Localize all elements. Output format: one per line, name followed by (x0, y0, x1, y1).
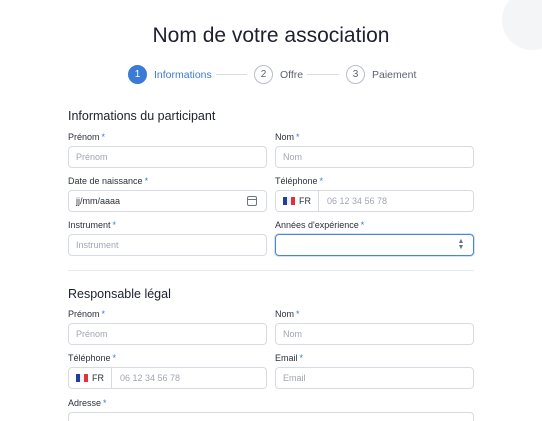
step-label: Informations (154, 68, 212, 81)
country-code: FR (92, 373, 104, 383)
step-number: 1 (128, 65, 147, 84)
legal-tel-input[interactable]: FR 06 12 34 56 78 (68, 367, 267, 389)
legal-prenom-label: Prénom * (68, 309, 106, 319)
step-offre[interactable]: 2 Offre (254, 65, 303, 84)
flag-fr-icon (76, 374, 88, 382)
placeholder: Email (283, 373, 306, 383)
prenom-input[interactable]: Prénom (68, 146, 267, 168)
dob-label: Date de naissance * (68, 176, 149, 186)
step-informations[interactable]: 1 Informations (128, 65, 212, 84)
nom-label: Nom * (275, 132, 300, 142)
section-title-participant: Informations du participant (68, 109, 216, 123)
placeholder: Nom (283, 329, 303, 339)
page-title: Nom de votre association (152, 24, 390, 47)
calendar-icon[interactable] (247, 196, 257, 206)
country-code: FR (299, 196, 311, 206)
section-divider (68, 270, 474, 271)
dob-input[interactable]: jj/mm/aaaa (68, 190, 267, 212)
chevron-up-down-icon: ▲ ▼ (457, 238, 465, 251)
nom-input[interactable]: Nom (275, 146, 474, 168)
placeholder: 06 12 34 56 78 (327, 196, 388, 206)
flag-fr-icon (283, 197, 295, 205)
section-title-legal: Responsable légal (68, 287, 171, 301)
country-selector[interactable]: FR (276, 191, 319, 211)
instrument-label: Instrument * (68, 220, 117, 230)
legal-prenom-input[interactable]: Prénom (68, 323, 267, 345)
address-label: Adresse * (68, 398, 107, 408)
date-value: jj/mm/aaaa (76, 196, 121, 206)
prenom-label: Prénom * (68, 132, 106, 142)
tel-input[interactable]: FR 06 12 34 56 78 (275, 190, 474, 212)
placeholder: Nom (283, 152, 303, 162)
placeholder: Prénom (76, 152, 108, 162)
instrument-input[interactable]: Instrument (68, 234, 267, 256)
step-connector (307, 74, 339, 75)
email-label: Email * (275, 353, 304, 363)
placeholder: Instrument (76, 240, 119, 250)
tel-label: Téléphone * (275, 176, 324, 186)
legal-nom-label: Nom * (275, 309, 300, 319)
stepper: 1 Informations 2 Offre 3 Paiement (0, 65, 542, 85)
experience-label: Années d'expérience * (275, 220, 365, 230)
legal-tel-label: Téléphone * (68, 353, 117, 363)
email-input[interactable]: Email (275, 367, 474, 389)
step-number: 2 (254, 65, 273, 84)
legal-nom-input[interactable]: Nom (275, 323, 474, 345)
experience-select[interactable]: ▲ ▼ (275, 234, 474, 256)
step-paiement[interactable]: 3 Paiement (346, 65, 416, 84)
placeholder: 06 12 34 56 78 (120, 373, 181, 383)
country-selector[interactable]: FR (69, 368, 112, 388)
address-input[interactable] (68, 412, 474, 421)
placeholder: Prénom (76, 329, 108, 339)
step-connector (216, 74, 247, 75)
step-label: Paiement (372, 68, 417, 81)
step-number: 3 (346, 65, 365, 84)
step-label: Offre (280, 68, 304, 81)
